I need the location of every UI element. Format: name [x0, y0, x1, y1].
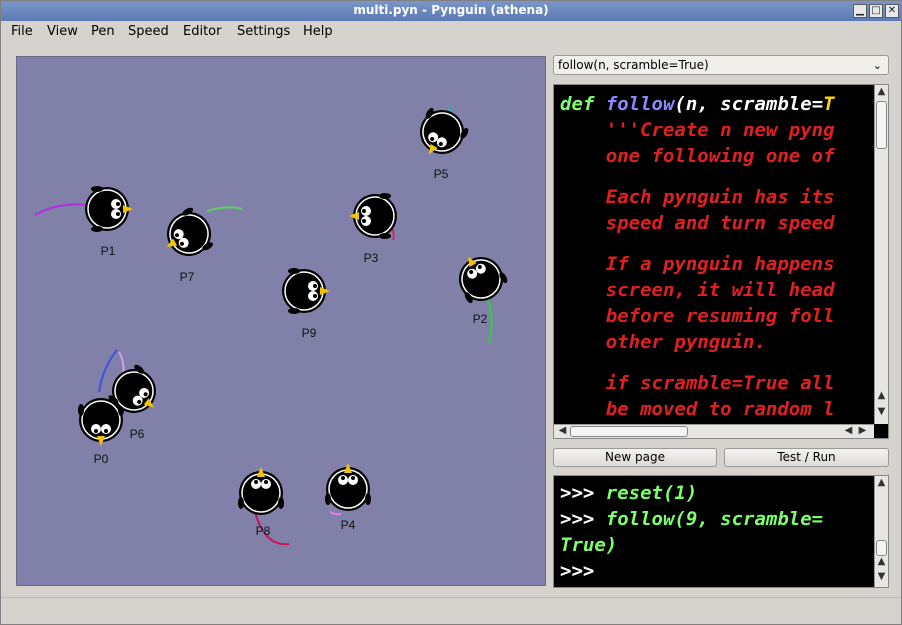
window-title: multi.pyn - Pynguin (athena) — [353, 3, 549, 17]
chevron-down-icon: ⌄ — [872, 59, 882, 72]
pynguin-label: P6 — [130, 427, 145, 441]
pynguin-p5 — [408, 100, 474, 167]
scroll-up-icon[interactable]: ▲ — [875, 477, 888, 490]
scroll-up-icon[interactable]: ▲ — [875, 390, 888, 403]
pynguin-label: P9 — [302, 326, 317, 340]
pynguin-p4 — [324, 462, 372, 512]
doc-line: '''Create n new pyng — [560, 119, 835, 141]
doc-line: speed and turn speed — [560, 212, 835, 234]
console-vertical-scrollbar[interactable]: ▲ ▲ ▼ — [874, 476, 888, 587]
menu-settings[interactable]: Settings — [237, 24, 290, 39]
pynguin-p3 — [348, 192, 398, 240]
code-text[interactable]: def follow(n, scramble=T '''Create n new… — [560, 91, 870, 421]
doc-line: be moved to random l — [560, 398, 835, 420]
menu-speed[interactable]: Speed — [128, 24, 169, 39]
pynguin-label: P5 — [434, 167, 449, 181]
scroll-thumb[interactable] — [876, 101, 887, 149]
pynguin-p8 — [237, 466, 285, 516]
menu-bar: File View Pen Speed Editor Settings Help — [1, 21, 901, 43]
minimize-icon[interactable]: ▁ — [853, 4, 867, 18]
pynguin-p0 — [77, 397, 125, 447]
scroll-up-icon[interactable]: ▲ — [875, 86, 888, 99]
status-bar — [1, 597, 901, 624]
trail-p4 — [329, 511, 342, 516]
test-run-button[interactable]: Test / Run — [724, 448, 889, 467]
function-selector[interactable]: follow(n, scramble=True) ⌄ — [553, 55, 889, 75]
trail-p1 — [34, 203, 88, 216]
console-line: True) — [560, 534, 618, 556]
pynguin-p2 — [447, 244, 513, 311]
scroll-thumb[interactable] — [876, 540, 887, 556]
close-icon[interactable]: ✕ — [885, 4, 899, 18]
scroll-left-icon[interactable]: ◀ — [556, 425, 569, 438]
scroll-right-icon[interactable]: ▶ — [856, 425, 869, 438]
pynguin-p1 — [84, 185, 134, 233]
doc-line: other pynguin. — [560, 331, 766, 353]
pynguin-p7 — [154, 202, 221, 268]
editor-vertical-scrollbar[interactable]: ▲ ▲ ▼ — [874, 85, 888, 424]
menu-view[interactable]: View — [47, 24, 78, 39]
pynguin-label: P1 — [101, 244, 116, 258]
scroll-left-icon[interactable]: ◀ — [842, 425, 855, 438]
menu-pen[interactable]: Pen — [91, 24, 115, 39]
trail-p2 — [486, 294, 493, 345]
scroll-thumb[interactable] — [570, 426, 688, 437]
doc-line — [560, 236, 870, 251]
doc-line: one following one of — [560, 145, 835, 167]
menu-help[interactable]: Help — [303, 24, 333, 39]
menu-editor[interactable]: Editor — [183, 24, 221, 39]
scroll-down-icon[interactable]: ▼ — [875, 571, 888, 584]
doc-line — [560, 169, 870, 184]
doc-line: If a pynguin happens — [560, 253, 835, 275]
pynguin-label: P2 — [473, 312, 488, 326]
console-line: >>> follow(9, scramble= — [560, 508, 824, 530]
title-bar[interactable]: multi.pyn - Pynguin (athena) ▁ □ ✕ — [1, 1, 901, 21]
doc-line: if scramble=True all — [560, 372, 835, 394]
pynguin-label: P3 — [364, 251, 379, 265]
pynguin-window: multi.pyn - Pynguin (athena) ▁ □ ✕ File … — [0, 0, 902, 625]
pynguin-p9 — [281, 267, 331, 315]
new-page-button[interactable]: New page — [553, 448, 717, 467]
code-line-def: def follow(n, scramble=T — [560, 93, 835, 115]
scroll-down-icon[interactable]: ▼ — [875, 406, 888, 419]
console-line: >>> — [560, 560, 595, 582]
editor-horizontal-scrollbar[interactable]: ◀ ◀ ▶ — [554, 424, 874, 438]
splitter-handle[interactable] — [549, 56, 552, 586]
pynguin-label: P7 — [180, 270, 195, 284]
doc-line — [560, 355, 870, 370]
canvas-drawing: P0 P1 P2 P3 P4 P5 P6 P7 P8 P9 — [34, 100, 513, 546]
doc-line: screen, it will head — [560, 279, 835, 301]
drawing-canvas[interactable]: P0 P1 P2 P3 P4 P5 P6 P7 P8 P9 — [16, 56, 546, 586]
pynguin-label: P0 — [94, 452, 109, 466]
pynguin-label: P8 — [256, 524, 271, 538]
code-editor[interactable]: def follow(n, scramble=T '''Create n new… — [553, 84, 889, 439]
trail-p7 — [206, 206, 243, 212]
menu-file[interactable]: File — [11, 24, 33, 39]
scroll-up-icon[interactable]: ▲ — [875, 556, 888, 569]
pynguin-label: P4 — [341, 518, 356, 532]
console-text[interactable]: >>> reset(1) >>> follow(9, scramble= Tru… — [560, 480, 870, 584]
doc-line: Each pynguin has its — [560, 186, 835, 208]
python-console[interactable]: >>> reset(1) >>> follow(9, scramble= Tru… — [553, 475, 889, 588]
doc-line: before resuming foll — [560, 305, 835, 327]
console-line: >>> reset(1) — [560, 482, 698, 504]
maximize-icon[interactable]: □ — [869, 4, 883, 18]
function-selector-value: follow(n, scramble=True) — [558, 58, 709, 72]
